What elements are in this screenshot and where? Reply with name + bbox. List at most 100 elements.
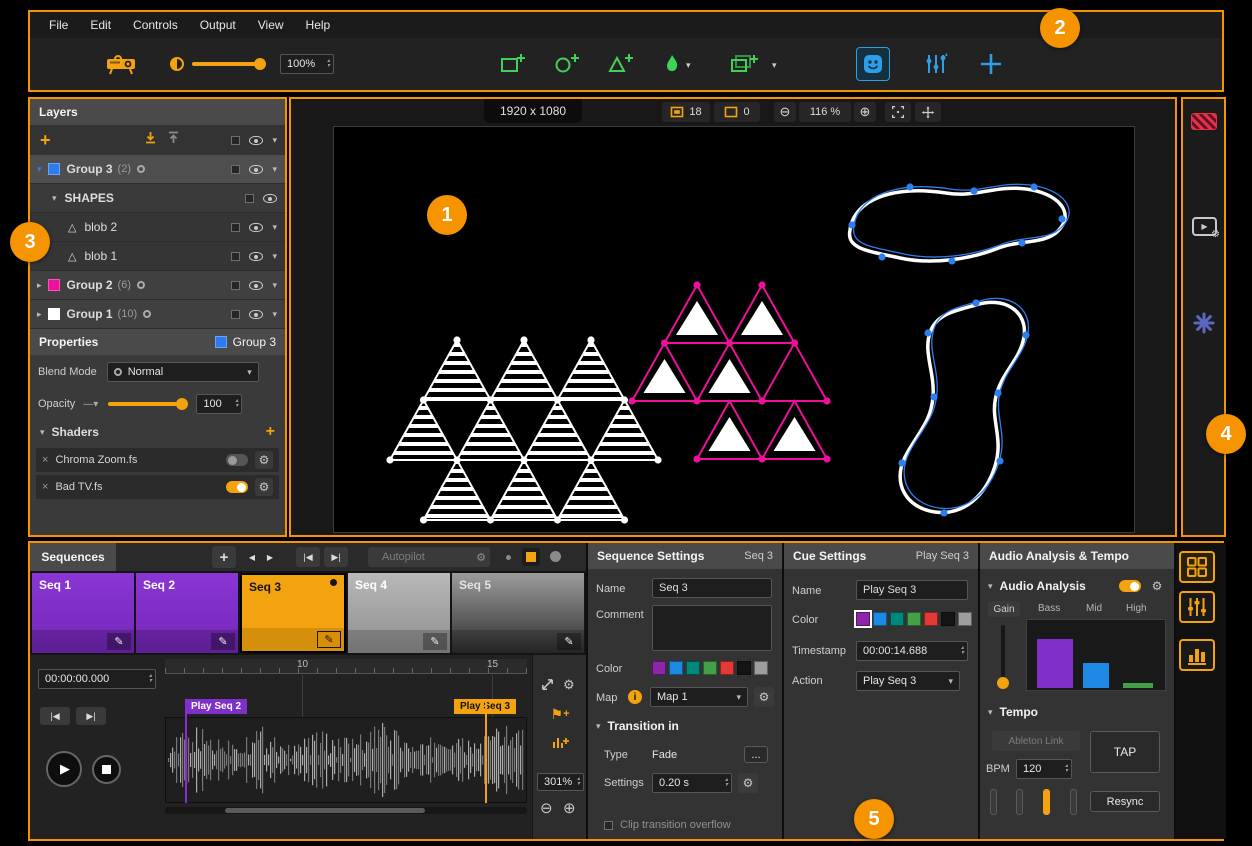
row-chevron-icon[interactable]: ▾ — [272, 309, 277, 320]
color-swatch-selected[interactable] — [856, 612, 870, 626]
resync-button[interactable]: Resync — [1090, 791, 1160, 812]
add-group-dropdown-icon[interactable]: ▾ — [772, 60, 777, 71]
gear-icon[interactable]: ⚙ — [738, 773, 758, 793]
add-cue-flag-button[interactable]: ⚑ + — [542, 703, 578, 725]
timeline-scrollbar[interactable] — [165, 807, 527, 814]
projector-icon[interactable] — [106, 52, 138, 76]
visibility-eye-icon[interactable] — [249, 310, 263, 319]
audio-analysis-toggle[interactable] — [1119, 580, 1141, 592]
crosshair-add-icon[interactable] — [978, 51, 1004, 77]
layer-row-blob2[interactable]: △ blob 2 ▾ — [30, 213, 285, 242]
opacity-spinner[interactable]: 100 ▴▾ — [196, 394, 242, 414]
layer-row-group1[interactable]: ▸ Group 1 (10) ▾ — [30, 300, 285, 329]
row-chevron-icon[interactable]: ▾ — [272, 222, 277, 233]
spinner-arrows[interactable]: ▴▾ — [231, 399, 238, 409]
clip-overflow-row[interactable]: Clip transition overflow — [604, 819, 731, 831]
row-chevron-icon[interactable]: ▾ — [272, 251, 277, 262]
visibility-eye-icon[interactable] — [249, 252, 263, 261]
row-chevron-icon[interactable]: ▾ — [272, 280, 277, 291]
effects-wand-icon[interactable] — [923, 51, 949, 77]
edit-pencil-icon[interactable]: ✎ — [557, 633, 581, 650]
cue-marker-play-seq2[interactable]: Play Seq 2 — [185, 699, 247, 714]
shader-row-bad-tv[interactable]: × Bad TV.fs ⚙ — [36, 475, 279, 499]
brightness-spinner[interactable]: 100% ▴▾ — [280, 54, 334, 74]
add-circle-tool[interactable] — [554, 52, 580, 76]
add-triangle-tool[interactable] — [608, 52, 634, 76]
media-player-icon[interactable]: ▶ ⚙ — [1192, 217, 1217, 236]
gear-icon[interactable]: ⚙ — [255, 451, 273, 469]
sequence-card-seq2[interactable]: Seq 2 ✎ — [136, 573, 238, 653]
clip-overflow-checkbox[interactable] — [604, 821, 613, 830]
visibility-eye-icon[interactable] — [249, 281, 263, 290]
frame-counter-a[interactable]: 18 — [662, 102, 710, 122]
layer-row-group2[interactable]: ▸ Group 2 (6) ▾ — [30, 271, 285, 300]
scrollbar-thumb[interactable] — [225, 808, 425, 813]
shaders-expander-icon[interactable]: ▾ — [40, 427, 45, 438]
spinner-arrows[interactable]: ▴▾ — [957, 646, 964, 656]
add-shader-button[interactable]: + — [266, 423, 275, 441]
comment-textarea[interactable] — [652, 605, 772, 651]
play-button[interactable]: ▶ — [46, 751, 82, 787]
gear-icon[interactable]: ⚙ — [1148, 577, 1166, 595]
section-expander-icon[interactable]: ▾ — [596, 721, 601, 732]
seek-next-cue-button[interactable]: ▶| — [76, 707, 106, 725]
master-visibility-eye-icon[interactable] — [249, 136, 263, 145]
spinner-arrows[interactable]: ▴▾ — [145, 674, 152, 684]
next-sequence-button[interactable]: ▶ — [262, 548, 278, 566]
autopilot-button[interactable]: Autopilot ⚙ — [368, 547, 490, 567]
prev-sequence-button[interactable]: ◀ — [244, 548, 260, 566]
paint-tool-dropdown-icon[interactable]: ▾ — [686, 60, 691, 71]
info-icon[interactable]: i — [628, 690, 642, 704]
shaders-section-header[interactable]: ▾ Shaders + — [30, 419, 285, 445]
color-swatch[interactable] — [958, 612, 972, 626]
layer-row-group3[interactable]: ▾ Group 3 (2) ▾ — [30, 155, 285, 184]
layer-row-shapes[interactable]: ▾ SHAPES — [30, 184, 285, 213]
pan-view-button[interactable] — [915, 102, 941, 122]
move-into-group-icon[interactable] — [143, 130, 158, 150]
tap-tempo-button[interactable]: TAP — [1090, 731, 1160, 773]
layer-checkbox[interactable] — [231, 310, 240, 319]
color-swatch[interactable] — [652, 661, 666, 675]
zoom-level[interactable]: 116 % — [799, 102, 851, 122]
color-swatch[interactable] — [941, 612, 955, 626]
bpm-spinner[interactable]: 120 ▴▾ — [1016, 759, 1072, 779]
sequences-tab[interactable]: Sequences — [30, 543, 116, 571]
expander-icon[interactable]: ▸ — [37, 280, 42, 291]
sequence-card-seq3-active[interactable]: Seq 3 ✎ — [240, 573, 346, 653]
layer-checkbox[interactable] — [231, 223, 240, 232]
paint-tool[interactable] — [662, 52, 682, 76]
ableton-link-button[interactable]: Ableton Link — [992, 731, 1080, 751]
layer-checkbox[interactable] — [231, 252, 240, 261]
add-rectangle-tool[interactable] — [500, 52, 526, 76]
add-sequence-button[interactable]: + — [212, 546, 236, 568]
gear-icon[interactable]: ⚙ — [754, 687, 774, 707]
add-group-tool[interactable] — [730, 52, 758, 76]
sequence-card-seq1[interactable]: Seq 1 ✎ — [32, 573, 134, 653]
timeline-zoom-in-icon[interactable]: ⊕ — [563, 799, 576, 817]
menu-help[interactable]: Help — [295, 18, 342, 32]
zoom-in-button[interactable]: ⊕ — [854, 102, 876, 122]
gear-icon[interactable]: ⚙ — [476, 551, 486, 564]
generator-starburst-icon[interactable] — [1193, 312, 1215, 339]
menu-output[interactable]: Output — [189, 18, 247, 32]
section-expander-icon[interactable]: ▾ — [988, 581, 993, 592]
blend-mode-dropdown[interactable]: Normal ▾ — [107, 362, 259, 382]
spinner-arrows[interactable]: ▴▾ — [1061, 764, 1068, 774]
edit-pencil-icon[interactable]: ✎ — [317, 631, 341, 648]
meter-view-button[interactable] — [1179, 639, 1215, 671]
brightness-slider[interactable] — [192, 62, 264, 66]
action-dropdown[interactable]: Play Seq 3 ▾ — [856, 671, 960, 691]
expander-icon[interactable]: ▸ — [37, 309, 42, 320]
cue-name-input[interactable]: Play Seq 3 — [856, 580, 968, 600]
transition-duration-spinner[interactable]: 0.20 s ▴▾ — [652, 773, 732, 793]
seek-prev-cue-button[interactable]: |◀ — [40, 707, 70, 725]
color-swatch[interactable] — [737, 661, 751, 675]
color-swatch[interactable] — [686, 661, 700, 675]
section-expander-icon[interactable]: ▾ — [988, 707, 993, 718]
menu-file[interactable]: File — [38, 18, 79, 32]
playhead-orange[interactable] — [485, 699, 487, 803]
sequence-name-input[interactable]: Seq 3 — [652, 578, 772, 598]
type-options-button[interactable]: ... — [744, 746, 768, 763]
state-circle-icon[interactable] — [550, 551, 561, 562]
gain-slider-knob[interactable] — [997, 677, 1009, 689]
